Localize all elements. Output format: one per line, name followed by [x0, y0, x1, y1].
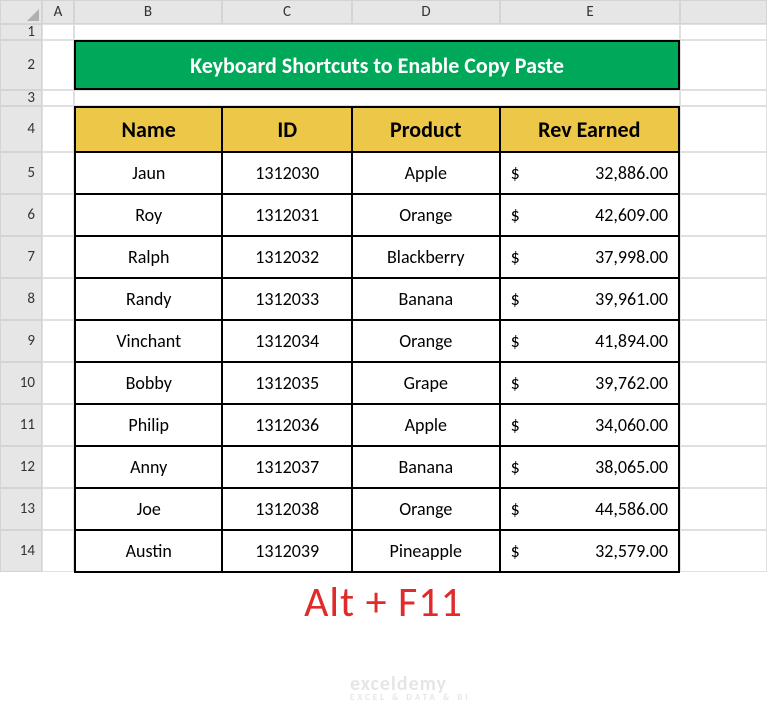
table-row: Randy1312033Banana$39,961.00: [75, 278, 679, 320]
row-header-2[interactable]: 2: [0, 40, 42, 90]
cell-name[interactable]: Philip: [75, 404, 222, 446]
table-row: Vinchant1312034Orange$41,894.00: [75, 320, 679, 362]
cell-id[interactable]: 1312033: [222, 278, 352, 320]
cell-rev[interactable]: $42,609.00: [500, 194, 679, 236]
row-header-11[interactable]: 11: [0, 404, 42, 446]
col-header-B[interactable]: B: [74, 0, 222, 24]
cell-name[interactable]: Joe: [75, 488, 222, 530]
shortcut-annotation: Alt + F11: [0, 577, 767, 628]
currency-symbol: $: [511, 498, 520, 520]
cell-id[interactable]: 1312038: [222, 488, 352, 530]
currency-symbol: $: [511, 288, 520, 310]
currency-symbol: $: [511, 372, 520, 394]
cell-id[interactable]: 1312034: [222, 320, 352, 362]
cell-product[interactable]: Pineapple: [352, 530, 500, 572]
cell-rev[interactable]: $34,060.00: [500, 404, 679, 446]
row-header-13[interactable]: 13: [0, 488, 42, 530]
row-gutter: 1 2 3 4 5 6 7 8 9 10 11 12 13 14: [0, 24, 42, 573]
cell-product[interactable]: Orange: [352, 320, 500, 362]
cell-name[interactable]: Ralph: [75, 236, 222, 278]
row-header-8[interactable]: 8: [0, 278, 42, 320]
table-row: Joe1312038Orange$44,586.00: [75, 488, 679, 530]
cell-product[interactable]: Banana: [352, 278, 500, 320]
col-a-blank: [42, 24, 74, 573]
cell-id[interactable]: 1312039: [222, 530, 352, 572]
cell-product[interactable]: Apple: [352, 152, 500, 194]
title-bar: Keyboard Shortcuts to Enable Copy Paste: [74, 40, 680, 90]
table-row: Philip1312036Apple$34,060.00: [75, 404, 679, 446]
table-row: Jaun1312030Apple$32,886.00: [75, 152, 679, 194]
header-product[interactable]: Product: [352, 107, 500, 152]
cell-name[interactable]: Randy: [75, 278, 222, 320]
table-row: Ralph1312032Blackberry$37,998.00: [75, 236, 679, 278]
cell-id[interactable]: 1312032: [222, 236, 352, 278]
cell-name[interactable]: Roy: [75, 194, 222, 236]
row-header-1[interactable]: 1: [0, 24, 42, 40]
row-header-7[interactable]: 7: [0, 236, 42, 278]
col-overflow-blank: [680, 24, 767, 573]
cell-rev[interactable]: $41,894.00: [500, 320, 679, 362]
table-row: Roy1312031Orange$42,609.00: [75, 194, 679, 236]
cell-id[interactable]: 1312030: [222, 152, 352, 194]
currency-symbol: $: [511, 414, 520, 436]
cell-rev[interactable]: $44,586.00: [500, 488, 679, 530]
row-header-14[interactable]: 14: [0, 530, 42, 572]
cell-name[interactable]: Vinchant: [75, 320, 222, 362]
cell-name[interactable]: Bobby: [75, 362, 222, 404]
row-header-3[interactable]: 3: [0, 90, 42, 106]
row-header-12[interactable]: 12: [0, 446, 42, 488]
currency-symbol: $: [511, 540, 520, 562]
currency-symbol: $: [511, 330, 520, 352]
currency-symbol: $: [511, 204, 520, 226]
col-header-C[interactable]: C: [222, 0, 352, 24]
select-all-corner[interactable]: [0, 0, 42, 24]
row-header-10[interactable]: 10: [0, 362, 42, 404]
cell-rev[interactable]: $37,998.00: [500, 236, 679, 278]
row-header-6[interactable]: 6: [0, 194, 42, 236]
cell-name[interactable]: Austin: [75, 530, 222, 572]
cell-rev[interactable]: $38,065.00: [500, 446, 679, 488]
cell-product[interactable]: Apple: [352, 404, 500, 446]
cell-product[interactable]: Orange: [352, 488, 500, 530]
currency-symbol: $: [511, 456, 520, 478]
data-table: Name ID Product Rev Earned Jaun1312030Ap…: [74, 106, 680, 573]
currency-symbol: $: [511, 246, 520, 268]
cell-name[interactable]: Jaun: [75, 152, 222, 194]
row-header-4[interactable]: 4: [0, 106, 42, 152]
cell-id[interactable]: 1312037: [222, 446, 352, 488]
cell-rev[interactable]: $32,886.00: [500, 152, 679, 194]
cell-product[interactable]: Grape: [352, 362, 500, 404]
currency-symbol: $: [511, 162, 520, 184]
table-row: Anny1312037Banana$38,065.00: [75, 446, 679, 488]
table-header-row: Name ID Product Rev Earned: [75, 107, 679, 152]
cell-id[interactable]: 1312035: [222, 362, 352, 404]
watermark-text: exceldemy: [350, 672, 447, 696]
table-row: Bobby1312035Grape$39,762.00: [75, 362, 679, 404]
cell-rev[interactable]: $39,762.00: [500, 362, 679, 404]
header-name[interactable]: Name: [75, 107, 222, 152]
watermark: exceldemy EXCEL & DATA & BI: [350, 672, 471, 703]
col-header-D[interactable]: D: [352, 0, 500, 24]
col-header-E[interactable]: E: [500, 0, 680, 24]
header-rev[interactable]: Rev Earned: [500, 107, 679, 152]
col-header-A[interactable]: A: [42, 0, 74, 24]
watermark-sub: EXCEL & DATA & BI: [350, 692, 471, 703]
col-header-overflow: [680, 0, 767, 24]
cell-id[interactable]: 1312031: [222, 194, 352, 236]
cell-product[interactable]: Orange: [352, 194, 500, 236]
cell-product[interactable]: Banana: [352, 446, 500, 488]
cell-product[interactable]: Blackberry: [352, 236, 500, 278]
table-row: Austin1312039Pineapple$32,579.00: [75, 530, 679, 572]
cell-rev[interactable]: $32,579.00: [500, 530, 679, 572]
cell-id[interactable]: 1312036: [222, 404, 352, 446]
spreadsheet-grid: A B C D E: [0, 0, 767, 24]
cell-name[interactable]: Anny: [75, 446, 222, 488]
header-id[interactable]: ID: [222, 107, 352, 152]
row-header-9[interactable]: 9: [0, 320, 42, 362]
row-header-5[interactable]: 5: [0, 152, 42, 194]
cell-rev[interactable]: $39,961.00: [500, 278, 679, 320]
